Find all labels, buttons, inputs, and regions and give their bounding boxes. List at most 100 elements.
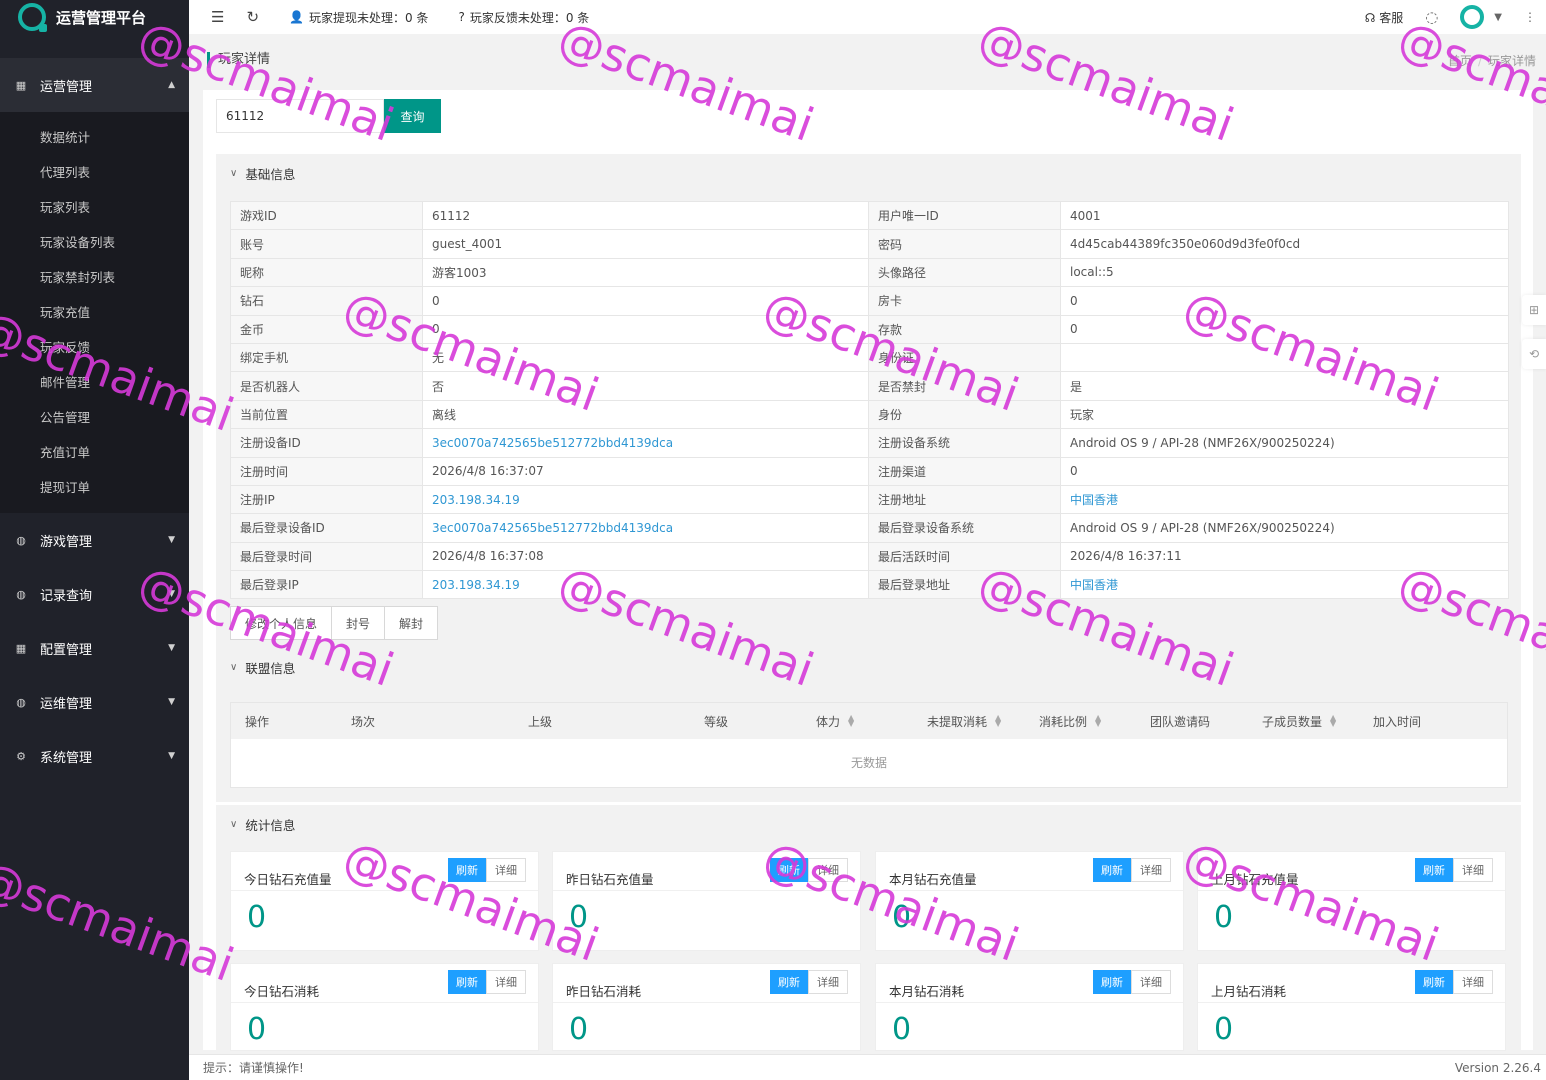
ban-button[interactable]: 封号 bbox=[331, 606, 386, 640]
refresh-icon[interactable]: ↻ bbox=[246, 8, 259, 26]
sidebar-item-player-feedback[interactable]: 玩家反馈 bbox=[0, 330, 189, 365]
withdraw-tip[interactable]: 👤 玩家提现未处理：0 条 bbox=[289, 9, 428, 26]
sidebar-item-mail[interactable]: 邮件管理 bbox=[0, 365, 189, 400]
info-value bbox=[1060, 342, 1509, 373]
refresh-button[interactable]: 刷新 bbox=[1093, 970, 1131, 994]
detail-button[interactable]: 详细 bbox=[808, 970, 848, 994]
refresh-button[interactable]: 刷新 bbox=[1093, 858, 1131, 882]
refresh-button[interactable]: 刷新 bbox=[1415, 970, 1453, 994]
feedback-tip[interactable]: ? 玩家反馈未处理：0 条 bbox=[458, 9, 589, 26]
stats-header[interactable]: ∨ 统计信息 bbox=[216, 805, 1521, 843]
caret-down-icon: ▼ bbox=[168, 589, 175, 599]
refresh-button[interactable]: 刷新 bbox=[448, 970, 486, 994]
alliance-column-header[interactable]: 子成员数量 ▲ ▼ bbox=[1248, 713, 1359, 730]
info-value[interactable]: 中国香港 bbox=[1060, 484, 1509, 515]
stat-value: 0 bbox=[569, 1012, 589, 1047]
detail-button[interactable]: 详细 bbox=[808, 858, 848, 882]
caret-down-icon[interactable]: ▼ bbox=[1494, 12, 1502, 23]
nav-group-system[interactable]: ⚙ 系统管理 ▼ bbox=[0, 729, 189, 783]
info-label: 注册IP bbox=[230, 484, 423, 515]
nav-group-operations[interactable]: ▦ 运营管理 ▲ bbox=[0, 58, 189, 112]
caret-down-icon: ▼ bbox=[168, 751, 175, 761]
sidebar-item-withdraw-orders[interactable]: 提现订单 bbox=[0, 470, 189, 505]
alliance-column-header[interactable]: 体力 ▲ ▼ bbox=[802, 713, 913, 730]
gamepad-icon: ◍ bbox=[16, 695, 26, 709]
info-value[interactable]: 203.198.34.19 bbox=[422, 570, 869, 600]
sort-icon[interactable]: ▲ ▼ bbox=[1330, 714, 1336, 728]
sort-icon[interactable]: ▲ ▼ bbox=[848, 714, 854, 728]
refresh-button[interactable]: 刷新 bbox=[770, 858, 808, 882]
info-value[interactable]: 203.198.34.19 bbox=[422, 484, 869, 515]
app-logo[interactable]: 运营管理平台 bbox=[0, 0, 189, 34]
unban-button[interactable]: 解封 bbox=[384, 606, 439, 640]
sidebar-item-player-devices[interactable]: 玩家设备列表 bbox=[0, 225, 189, 260]
stat-card: 今日钻石消耗 刷新 详细 0 bbox=[230, 963, 539, 1051]
detail-button[interactable]: 详细 bbox=[1453, 858, 1493, 882]
player-id-input[interactable] bbox=[216, 99, 384, 133]
info-label: 最后登录地址 bbox=[868, 570, 1061, 600]
nav-group-label: 游戏管理 bbox=[40, 534, 93, 550]
info-value[interactable]: 3ec0070a742565be512772bbd4139dca bbox=[422, 428, 869, 458]
basic-info-header[interactable]: ∨ 基础信息 bbox=[216, 154, 1521, 192]
sidebar-item-data-stats[interactable]: 数据统计 bbox=[0, 120, 189, 155]
edit-profile-button[interactable]: 修改个人信息 bbox=[230, 606, 333, 640]
refresh-button[interactable]: 刷新 bbox=[1415, 858, 1453, 882]
stat-actions: 刷新 详细 bbox=[1415, 970, 1493, 994]
info-label: 是否禁封 bbox=[868, 371, 1061, 401]
alliance-column-header[interactable]: 未提取消耗 ▲ ▼ bbox=[913, 713, 1025, 730]
stat-card: 今日钻石充值量 刷新 详细 0 bbox=[230, 851, 539, 951]
translate-icon[interactable]: ⟲ bbox=[1522, 339, 1546, 369]
nav-group-records[interactable]: ◍ 记录查询 ▼ bbox=[0, 567, 189, 621]
app-title: 运营管理平台 bbox=[56, 8, 147, 27]
sidebar-item-player-bans[interactable]: 玩家禁封列表 bbox=[0, 260, 189, 295]
info-label: 身份证 bbox=[868, 342, 1061, 373]
nav-group-config[interactable]: ▦ 配置管理 ▼ bbox=[0, 621, 189, 675]
breadcrumb: 首页 / 玩家详情 bbox=[1447, 54, 1536, 68]
apps-icon[interactable]: ⊞ bbox=[1522, 295, 1546, 325]
avatar[interactable] bbox=[1460, 5, 1485, 29]
info-label: 注册渠道 bbox=[868, 456, 1061, 486]
refresh-button[interactable]: 刷新 bbox=[770, 970, 808, 994]
service-link[interactable]: ☊ 客服 bbox=[1365, 9, 1404, 26]
more-icon[interactable]: ⋮ bbox=[1524, 10, 1536, 24]
nav-group-ops[interactable]: ◍ 运维管理 ▼ bbox=[0, 675, 189, 729]
detail-button[interactable]: 详细 bbox=[1131, 970, 1171, 994]
sidebar-item-announcements[interactable]: 公告管理 bbox=[0, 400, 189, 435]
info-value[interactable]: 3ec0070a742565be512772bbd4139dca bbox=[422, 513, 869, 543]
info-label: 注册地址 bbox=[868, 484, 1061, 515]
info-label: 昵称 bbox=[230, 257, 423, 288]
stat-card: 本月钻石充值量 刷新 详细 0 bbox=[875, 851, 1184, 951]
info-value[interactable]: 中国香港 bbox=[1060, 570, 1509, 600]
nav-group-game[interactable]: ◍ 游戏管理 ▼ bbox=[0, 513, 189, 567]
sort-icon[interactable]: ▲ ▼ bbox=[1095, 714, 1101, 728]
detail-button[interactable]: 详细 bbox=[1453, 970, 1493, 994]
grid-icon: ▦ bbox=[15, 78, 27, 92]
menu-toggle-icon[interactable]: ☰ bbox=[211, 8, 224, 26]
caret-down-icon: ▼ bbox=[168, 643, 175, 653]
caret-down-icon: ▼ bbox=[168, 535, 175, 545]
sidebar-item-player-list[interactable]: 玩家列表 bbox=[0, 190, 189, 225]
nav-group-label: 运维管理 bbox=[40, 696, 93, 712]
info-label: 最后活跃时间 bbox=[868, 541, 1061, 572]
detail-button[interactable]: 详细 bbox=[486, 858, 526, 882]
breadcrumb-home[interactable]: 首页 bbox=[1448, 54, 1472, 68]
alliance-column-header[interactable]: 消耗比例 ▲ ▼ bbox=[1025, 713, 1136, 730]
column-label: 体力 bbox=[816, 714, 841, 729]
sidebar-item-recharge-orders[interactable]: 充值订单 bbox=[0, 435, 189, 470]
question-icon: ? bbox=[458, 10, 465, 24]
detail-button[interactable]: 详细 bbox=[1131, 858, 1171, 882]
stat-actions: 刷新 详细 bbox=[1093, 858, 1171, 882]
query-button[interactable]: 查询 bbox=[384, 99, 441, 133]
sidebar-item-player-recharge[interactable]: 玩家充值 bbox=[0, 295, 189, 330]
stat-label: 上月钻石充值量 bbox=[1211, 872, 1299, 887]
refresh-button[interactable]: 刷新 bbox=[448, 858, 486, 882]
sort-icon[interactable]: ▲ ▼ bbox=[995, 714, 1001, 728]
info-row: 金币 0 存款 0 bbox=[230, 314, 1509, 344]
alliance-header[interactable]: ∨ 联盟信息 bbox=[216, 648, 1521, 686]
theme-icon[interactable]: ◌ bbox=[1425, 8, 1438, 26]
sidebar-item-agent-list[interactable]: 代理列表 bbox=[0, 155, 189, 190]
info-label: 是否机器人 bbox=[230, 371, 423, 401]
info-value: 2026/4/8 16:37:11 bbox=[1060, 541, 1509, 572]
info-value: 游客1003 bbox=[422, 257, 869, 288]
detail-button[interactable]: 详细 bbox=[486, 970, 526, 994]
